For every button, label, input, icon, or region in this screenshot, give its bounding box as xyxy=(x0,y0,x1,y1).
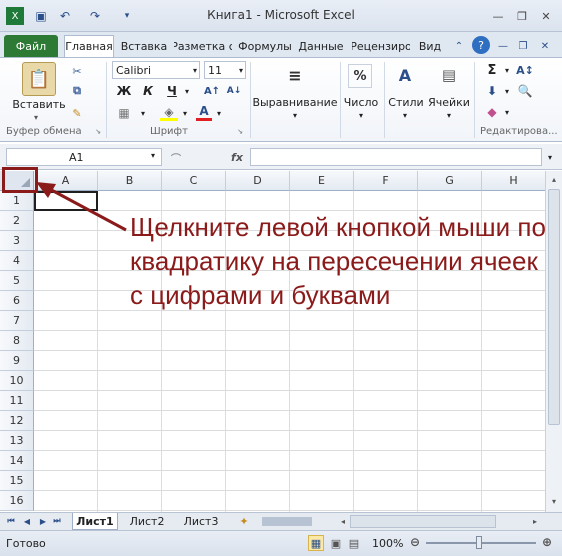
new-sheet-icon[interactable]: ✦ xyxy=(236,514,252,529)
scroll-left-icon[interactable]: ◂ xyxy=(338,515,348,527)
tab-split-handle[interactable] xyxy=(262,517,312,526)
zoom-level[interactable]: 100% xyxy=(372,537,403,550)
status-ready: Готово xyxy=(6,537,46,550)
zoom-out-icon[interactable]: ⊖ xyxy=(408,535,422,549)
page-break-view-icon[interactable]: ▤ xyxy=(346,535,362,551)
zoom-slider-thumb[interactable] xyxy=(476,536,482,549)
prev-sheet-icon[interactable]: ◀ xyxy=(22,515,32,527)
sheet-tab-1[interactable]: Лист1 xyxy=(72,513,118,530)
normal-view-icon[interactable]: ▦ xyxy=(308,535,324,551)
next-sheet-icon[interactable]: ▶ xyxy=(38,515,48,527)
zoom-in-icon[interactable]: ⊕ xyxy=(540,535,554,549)
sheet-tab-bar: ⏮ ◀ ▶ ⏭ Лист1 Лист2 Лист3 ✦ ◂ ▸ xyxy=(0,512,562,530)
horizontal-scroll-thumb[interactable] xyxy=(350,515,496,528)
first-sheet-icon[interactable]: ⏮ xyxy=(6,515,16,527)
sheet-tab-2[interactable]: Лист2 xyxy=(124,513,170,530)
last-sheet-icon[interactable]: ⏭ xyxy=(52,515,62,527)
sheet-tab-3[interactable]: Лист3 xyxy=(178,513,224,530)
annotation-text: Щелкните левой кнопкой мыши по квадратик… xyxy=(130,212,546,310)
status-bar: Готово ▦ ▣ ▤ 100% ⊖ ⊕ xyxy=(0,530,562,556)
page-layout-view-icon[interactable]: ▣ xyxy=(328,535,344,551)
scroll-right-icon[interactable]: ▸ xyxy=(530,515,540,527)
